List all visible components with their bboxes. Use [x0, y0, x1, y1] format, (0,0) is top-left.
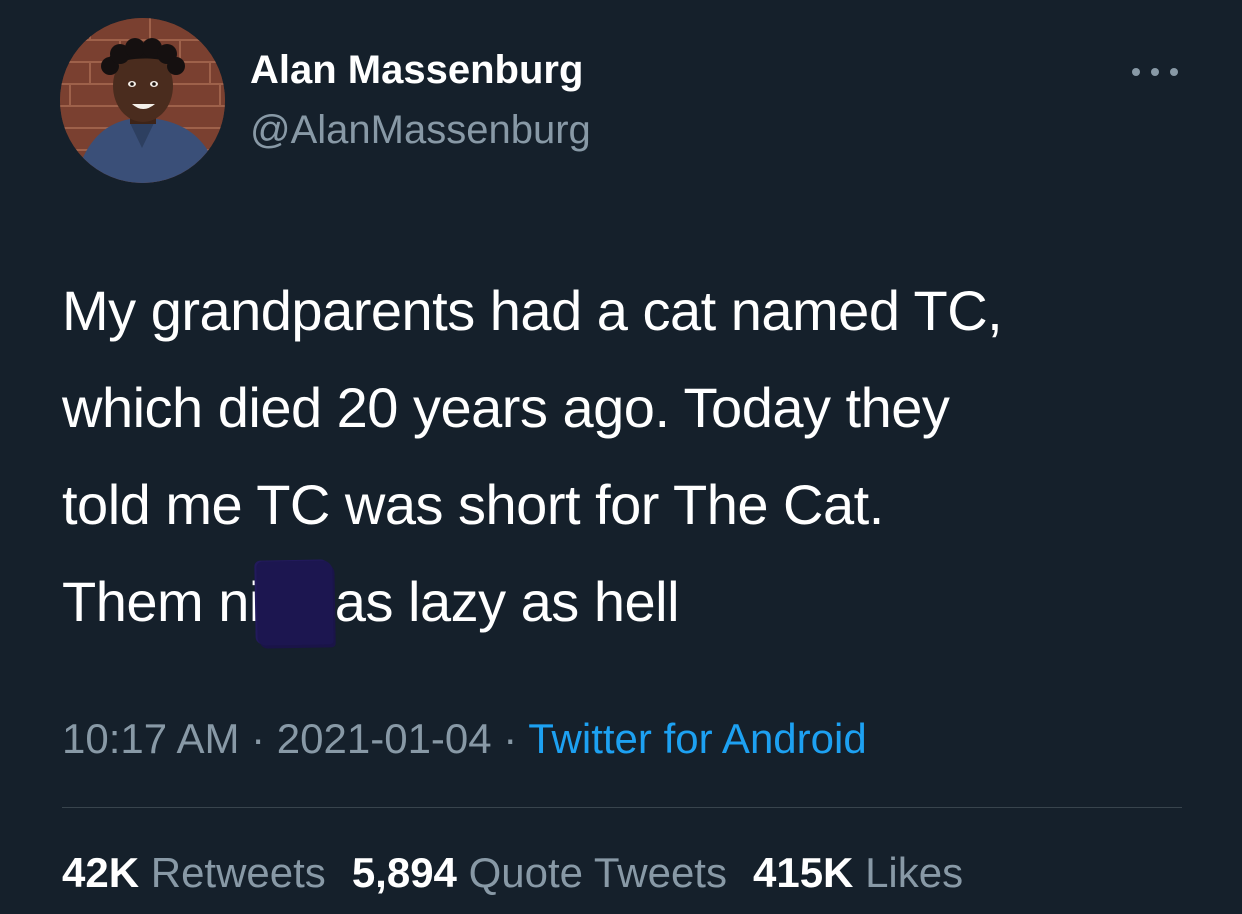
tweet-source-link[interactable]: Twitter for Android — [528, 715, 866, 762]
display-name[interactable]: Alan Massenburg — [250, 44, 583, 96]
tweet-metadata: 10:17 AM · 2021-01-04 · Twitter for Andr… — [62, 712, 867, 766]
tweet-time[interactable]: 10:17 AM — [62, 715, 239, 762]
separator: · — [491, 715, 529, 762]
tweet-date[interactable]: 2021-01-04 — [277, 715, 492, 762]
likes-stat[interactable]: 415K Likes — [753, 846, 963, 900]
retweets-label: Retweets — [150, 849, 326, 896]
likes-count: 415K — [752, 849, 854, 896]
tweet-text-fragment: Them ni — [62, 570, 261, 633]
more-horizontal-icon[interactable] — [1130, 62, 1180, 82]
tweet-text-fragment: as lazy as hell — [334, 570, 680, 633]
tweet-stats: 42K Retweets 5,894 Quote Tweets 415K Likes — [62, 846, 989, 900]
user-handle[interactable]: @AlanMassenburg — [250, 104, 591, 156]
quote-tweets-label: Quote Tweets — [468, 849, 727, 896]
separator: · — [239, 715, 277, 762]
redaction-mark — [256, 560, 334, 646]
quote-tweets-stat[interactable]: 5,894 Quote Tweets — [352, 846, 727, 900]
tweet-line-redacted: Them ni as lazy as hell — [62, 553, 1192, 650]
quote-tweets-count: 5,894 — [351, 849, 457, 896]
profile-photo — [60, 18, 225, 183]
tweet-line: told me TC was short for The Cat. — [62, 473, 884, 536]
tweet-line: My grandparents had a cat named TC, — [62, 279, 1003, 342]
retweets-count: 42K — [62, 849, 140, 896]
tweet-line: which died 20 years ago. Today they — [62, 376, 950, 439]
avatar[interactable] — [60, 18, 225, 183]
tweet-text: My grandparents had a cat named TC, whic… — [62, 262, 1192, 650]
divider — [62, 807, 1182, 808]
retweets-stat[interactable]: 42K Retweets — [62, 846, 326, 900]
likes-label: Likes — [865, 849, 964, 896]
